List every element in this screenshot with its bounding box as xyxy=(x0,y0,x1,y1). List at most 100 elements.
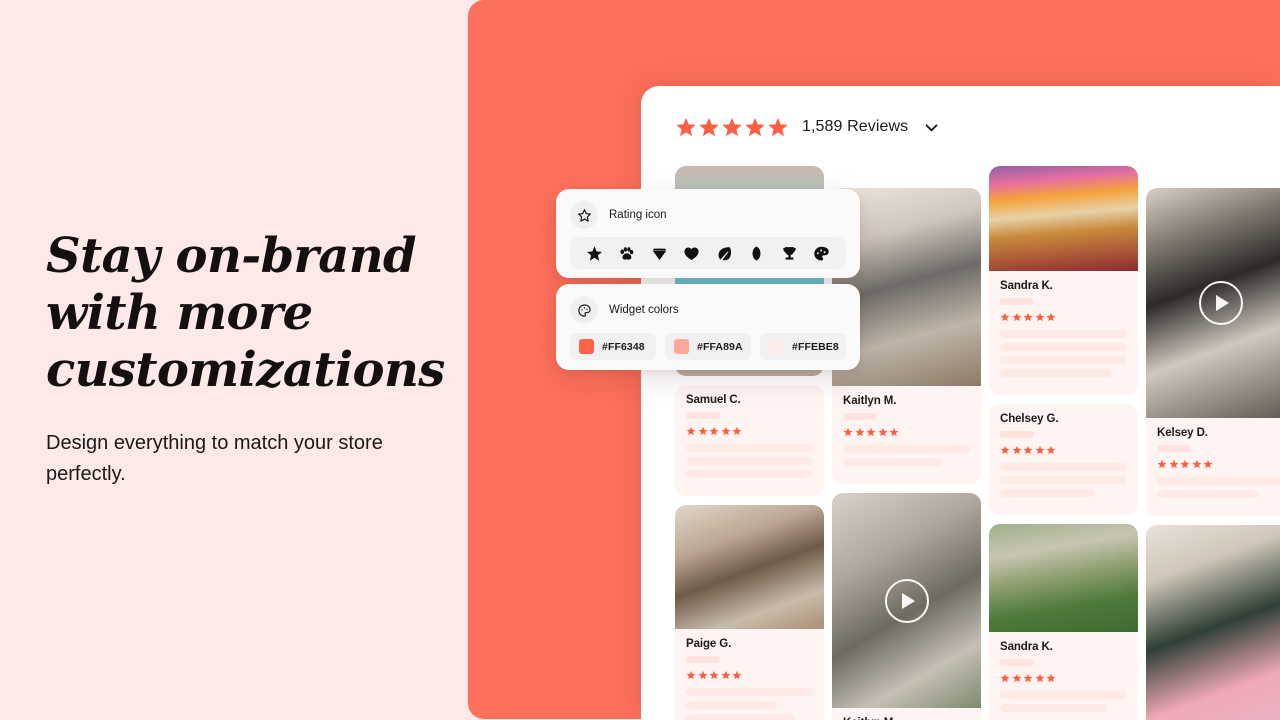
review-photo[interactable] xyxy=(989,166,1138,271)
review-photo[interactable] xyxy=(832,493,981,708)
diamond-icon xyxy=(652,248,666,260)
review-count-label: 1,589 Reviews xyxy=(802,118,909,135)
review-body: Samuel C. xyxy=(675,385,824,496)
review-card[interactable]: Paige G. xyxy=(675,505,824,720)
page-subtitle: Design everything to match your store pe… xyxy=(46,432,383,485)
review-body: Kaitlyn M. xyxy=(832,708,981,720)
review-text-placeholder xyxy=(1000,704,1107,712)
review-text-placeholder xyxy=(843,445,970,453)
review-text-placeholder xyxy=(686,457,813,465)
review-photo[interactable] xyxy=(1146,525,1280,720)
review-text-placeholder xyxy=(1157,477,1280,485)
star-icon xyxy=(709,670,719,680)
rating-option-paw-icon[interactable] xyxy=(611,245,644,262)
review-card[interactable]: Kelsey D. xyxy=(1146,188,1280,516)
star-icon xyxy=(1169,459,1178,469)
star-icon xyxy=(699,117,719,137)
review-photo[interactable] xyxy=(989,524,1138,632)
reviewer-name: Paige G. xyxy=(686,638,732,650)
color-swatch-3[interactable]: #FFEBE8 xyxy=(760,333,846,360)
star-icon xyxy=(866,427,876,437)
color-swatch-1[interactable]: #FF6348 xyxy=(570,333,656,360)
star-icon xyxy=(1035,445,1044,455)
overall-rating-stars xyxy=(675,116,789,138)
review-meta-placeholder xyxy=(1000,659,1034,666)
review-text-placeholder xyxy=(843,458,943,466)
rating-option-coffee-bean-icon[interactable] xyxy=(741,245,774,262)
mirror-selfie-cat-plush-photo xyxy=(675,505,824,629)
play-icon[interactable] xyxy=(1198,281,1243,325)
reviews-widget: 1,589 Reviews Samuel C. Paige G. Kaitlyn M… xyxy=(641,86,1280,720)
review-card[interactable]: Kaitlyn M. xyxy=(832,493,981,720)
star-icon xyxy=(1192,459,1201,469)
rating-option-leaf-icon[interactable] xyxy=(708,245,741,262)
grandma-orange-cat-plush-photo xyxy=(989,166,1138,271)
paw-icon xyxy=(620,246,634,260)
review-text-placeholder xyxy=(686,714,794,720)
palette-icon xyxy=(814,246,829,260)
color-swatch-2[interactable]: #FFA89A xyxy=(665,333,751,360)
star-icon xyxy=(1012,673,1021,683)
review-card[interactable]: Chelsey G. xyxy=(989,404,1138,515)
color-hex-label: #FFEBE8 xyxy=(792,340,839,353)
rating-option-diamond-icon[interactable] xyxy=(643,245,676,262)
reviewer-name: Chelsey G. xyxy=(1000,413,1059,425)
widget-colors-panel-header: Widget colors xyxy=(570,296,846,324)
review-meta-placeholder xyxy=(1157,445,1191,452)
star-icon xyxy=(1023,673,1033,683)
review-meta-placeholder xyxy=(843,413,877,420)
star-icon xyxy=(1046,445,1056,455)
star-icon xyxy=(586,245,602,261)
review-text-placeholder xyxy=(686,701,778,709)
rating-option-star-icon[interactable] xyxy=(578,245,611,262)
rating-icon-panel-header: Rating icon xyxy=(570,201,846,229)
reviewer-name: Sandra K. xyxy=(1000,641,1053,653)
play-icon[interactable] xyxy=(884,578,929,623)
review-text-placeholder xyxy=(1000,343,1127,351)
rating-option-trophy-icon[interactable] xyxy=(773,245,806,262)
star-icon xyxy=(1035,312,1044,322)
star-icon xyxy=(1000,312,1010,322)
star-icon xyxy=(686,426,696,436)
review-text-placeholder xyxy=(686,470,813,478)
review-meta-placeholder xyxy=(686,656,720,663)
review-card[interactable]: Sandra K. xyxy=(989,166,1138,395)
reviewer-name: Kaitlyn M. xyxy=(843,395,897,407)
column-4: Kelsey D. xyxy=(1146,188,1280,720)
star-icon xyxy=(721,670,730,680)
column-3: Sandra K. Chelsey G. Sandra K. xyxy=(989,166,1138,720)
review-body: Paige G. xyxy=(675,629,824,720)
reviewer-name: Sandra K. xyxy=(1000,280,1053,292)
star-icon xyxy=(1000,445,1010,455)
review-text-placeholder xyxy=(686,688,813,696)
review-photo[interactable] xyxy=(1146,188,1280,418)
rating-icon-panel-title: Rating icon xyxy=(609,209,667,221)
star-icon xyxy=(686,670,696,680)
star-icon xyxy=(732,426,742,436)
rating-option-heart-icon[interactable] xyxy=(676,245,709,262)
review-text-placeholder xyxy=(1000,489,1094,497)
review-card[interactable]: Samuel C. xyxy=(675,385,824,496)
review-text-placeholder xyxy=(686,444,813,452)
review-card[interactable]: Sandra K. xyxy=(989,524,1138,720)
chevron-down-icon[interactable] xyxy=(923,119,940,136)
star-icon xyxy=(1023,312,1033,322)
review-meta-placeholder xyxy=(686,412,720,419)
review-text-placeholder xyxy=(1000,330,1127,338)
star-icon xyxy=(855,427,864,437)
star-icon xyxy=(722,117,742,137)
star-icon xyxy=(878,427,887,437)
color-chip xyxy=(769,339,784,354)
widget-colors-swatches: #FF6348 #FFA89A #FFEBE8 xyxy=(570,333,846,360)
review-meta-placeholder xyxy=(1000,298,1034,305)
star-icon xyxy=(1023,445,1033,455)
rating-option-palette-icon[interactable] xyxy=(806,245,839,262)
reviews-widget-header: 1,589 Reviews xyxy=(675,112,940,142)
review-body: Kelsey D. xyxy=(1146,418,1280,516)
review-photo[interactable] xyxy=(675,505,824,629)
media-card[interactable] xyxy=(1146,525,1280,720)
star-icon xyxy=(1012,312,1021,322)
review-text-placeholder xyxy=(1000,463,1127,471)
coffee-bean-icon xyxy=(752,246,761,260)
star-icon xyxy=(698,426,707,436)
